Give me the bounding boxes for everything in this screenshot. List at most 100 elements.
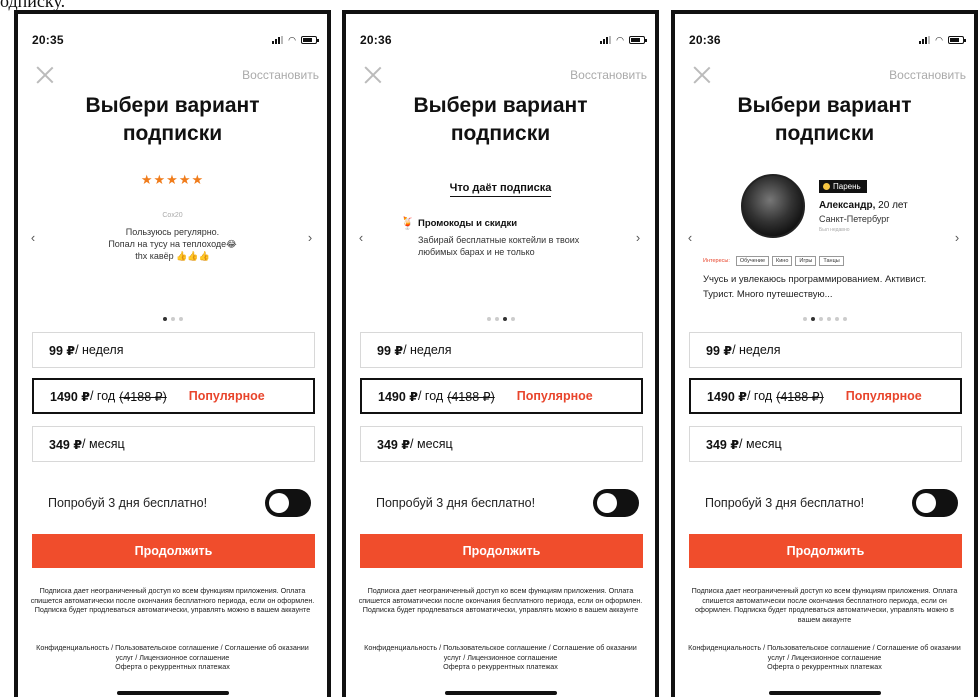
carousel-dot[interactable] <box>486 317 491 321</box>
review-line: thx кавёр 👍👍👍 <box>135 251 210 261</box>
plan-option-month[interactable]: 349 ₽ / месяц <box>32 426 315 462</box>
cocktail-icon: 🍹 <box>400 216 415 230</box>
continue-button[interactable]: Продолжить <box>360 534 643 568</box>
legal-links: Конфиденциальность / Пользовательское со… <box>364 643 637 671</box>
interest-tag: Кино <box>772 256 793 266</box>
phone-screen-reviews: 20:35 ◠ Восстановить Выбери вариант подп… <box>14 10 331 697</box>
plan-option-month[interactable]: 349 ₽ / месяц <box>689 426 962 462</box>
carousel-dot[interactable] <box>842 317 847 321</box>
privacy-link[interactable]: Конфиденциальность <box>364 643 437 652</box>
carousel-dot[interactable] <box>834 317 839 321</box>
plan-option-year[interactable]: 1490 ₽ / год (4188 ₽) Популярное <box>689 378 962 414</box>
review-carousel[interactable]: ‹ › ★★★★★ Cox20 Пользуюсь регулярно. Поп… <box>18 164 327 324</box>
carousel-dot[interactable] <box>818 317 823 321</box>
carousel-dot[interactable] <box>502 317 507 321</box>
carousel-dots <box>675 317 974 321</box>
carousel-dot[interactable] <box>810 317 815 321</box>
signal-icon <box>919 36 931 44</box>
chevron-left-icon[interactable]: ‹ <box>26 230 40 245</box>
license-agreement-link[interactable]: Лицензионное соглашение <box>467 653 557 662</box>
recurring-offer-link[interactable]: Оферта о рекуррентных платежах <box>115 662 230 671</box>
license-agreement-link[interactable]: Лицензионное соглашение <box>791 653 881 662</box>
plan-option-week[interactable]: 99 ₽ / неделя <box>32 332 315 368</box>
review-author: Cox20 <box>162 212 183 219</box>
status-time: 20:35 <box>32 33 64 47</box>
carousel-dot[interactable] <box>162 317 167 321</box>
plan-price: 99 ₽ <box>377 343 404 358</box>
trial-toggle[interactable] <box>265 489 311 517</box>
avatar <box>741 174 805 238</box>
close-icon[interactable] <box>693 66 711 84</box>
plan-option-month[interactable]: 349 ₽ / месяц <box>360 426 643 462</box>
plan-price: 99 ₽ <box>49 343 76 358</box>
benefit-description: Забирай бесплатные коктейли в твоих люби… <box>418 235 580 257</box>
user-agreement-link[interactable]: Пользовательское соглашение <box>443 643 547 652</box>
user-agreement-link[interactable]: Пользовательское соглашение <box>767 643 871 652</box>
chevron-right-icon[interactable]: › <box>303 230 317 245</box>
carousel-dot[interactable] <box>826 317 831 321</box>
profile-age: 20 лет <box>875 200 908 211</box>
status-time: 20:36 <box>689 33 721 47</box>
plan-option-week[interactable]: 99 ₽ / неделя <box>689 332 962 368</box>
carousel-dot[interactable] <box>170 317 175 321</box>
continue-button[interactable]: Продолжить <box>689 534 962 568</box>
carousel-dot[interactable] <box>802 317 807 321</box>
plan-period: / месяц <box>410 437 453 451</box>
popular-badge: Популярное <box>845 389 922 403</box>
plan-option-week[interactable]: 99 ₽ / неделя <box>360 332 643 368</box>
plan-option-year[interactable]: 1490 ₽ / год (4188 ₽) Популярное <box>360 378 643 414</box>
chevron-right-icon[interactable]: › <box>631 230 645 245</box>
status-bar: 20:35 ◠ <box>32 32 319 48</box>
privacy-link[interactable]: Конфиденциальность <box>688 643 761 652</box>
restore-button[interactable]: Восстановить <box>889 68 966 82</box>
gender-badge-label: Парень <box>833 182 861 191</box>
page-title-line1: Выбери вариант <box>413 94 588 117</box>
page-title-line2: подписки <box>122 122 223 145</box>
profile-carousel[interactable]: ‹ › Парень Александр, 20 лет Санкт-Петер… <box>675 164 974 324</box>
carousel-dot[interactable] <box>178 317 183 321</box>
plan-price: 1490 ₽ <box>378 389 418 404</box>
plan-period: / неделя <box>75 343 124 357</box>
benefits-carousel[interactable]: ‹ › Что даёт подписка 🍹 Промокоды и скид… <box>346 164 655 324</box>
plan-period: / неделя <box>732 343 781 357</box>
battery-icon <box>301 36 319 44</box>
phone-screen-benefits: 20:36 ◠ Восстановить Выбери вариант подп… <box>342 10 659 697</box>
chevron-left-icon[interactable]: ‹ <box>354 230 368 245</box>
license-agreement-link[interactable]: Лицензионное соглашение <box>139 653 229 662</box>
wifi-icon: ◠ <box>935 34 943 45</box>
interests-label: Интересы: <box>703 258 730 264</box>
wifi-icon: ◠ <box>288 34 296 45</box>
plan-period: / неделя <box>403 343 452 357</box>
page-title-line1: Выбери вариант <box>85 94 260 117</box>
status-bar: 20:36 ◠ <box>689 32 966 48</box>
plan-price: 349 ₽ <box>377 437 411 452</box>
battery-icon <box>629 36 647 44</box>
restore-button[interactable]: Восстановить <box>242 68 319 82</box>
close-icon[interactable] <box>36 66 54 84</box>
status-time: 20:36 <box>360 33 392 47</box>
close-icon[interactable] <box>364 66 382 84</box>
chevron-right-icon[interactable]: › <box>950 230 964 245</box>
plan-option-year[interactable]: 1490 ₽ / год (4188 ₽) Популярное <box>32 378 315 414</box>
recurring-offer-link[interactable]: Оферта о рекуррентных платежах <box>443 662 558 671</box>
interest-tag: Игры <box>795 256 817 266</box>
status-bar: 20:36 ◠ <box>360 32 647 48</box>
plan-period: / год <box>417 389 444 403</box>
carousel-dot[interactable] <box>494 317 499 321</box>
review-line: Попал на тусу на теплоходе😂 <box>108 239 237 249</box>
interests: Интересы: Обучение Кино Игры Танцы <box>703 256 844 266</box>
privacy-link[interactable]: Конфиденциальность <box>36 643 109 652</box>
restore-button[interactable]: Восстановить <box>570 68 647 82</box>
recurring-offer-link[interactable]: Оферта о рекуррентных платежах <box>767 662 882 671</box>
continue-button[interactable]: Продолжить <box>32 534 315 568</box>
signal-icon <box>600 36 612 44</box>
carousel-dot[interactable] <box>510 317 515 321</box>
trial-row: Попробуй 3 дня бесплатно! <box>48 488 311 518</box>
trial-toggle[interactable] <box>593 489 639 517</box>
chevron-left-icon[interactable]: ‹ <box>683 230 697 245</box>
plan-price: 349 ₽ <box>706 437 740 452</box>
trial-toggle[interactable] <box>912 489 958 517</box>
user-agreement-link[interactable]: Пользовательское соглашение <box>115 643 219 652</box>
plan-period: / год <box>89 389 116 403</box>
home-indicator <box>444 691 557 695</box>
